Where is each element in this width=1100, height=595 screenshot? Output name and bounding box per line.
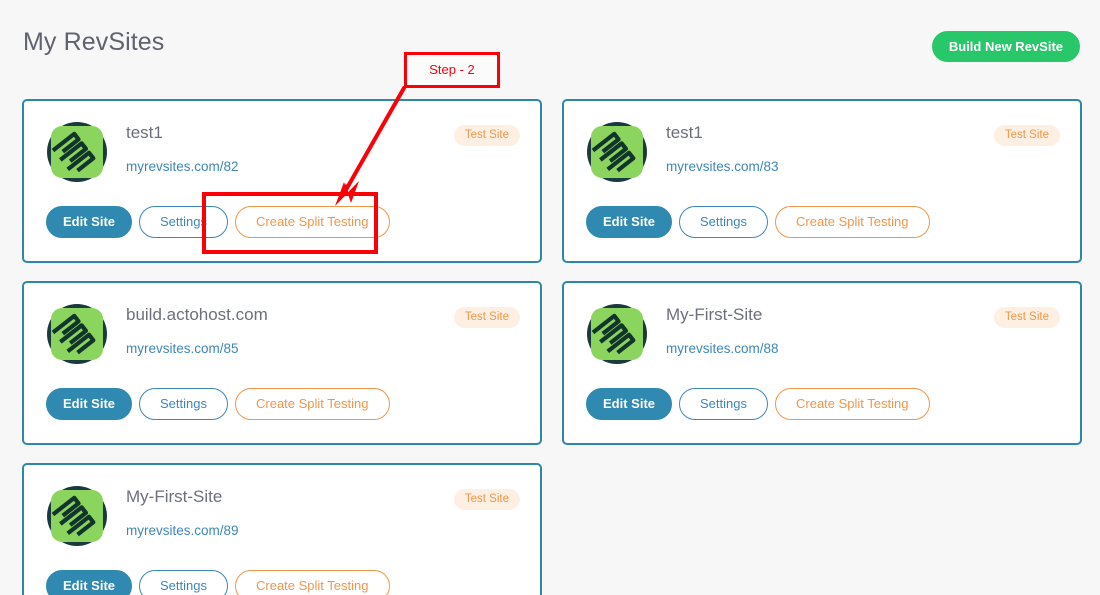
edit-site-button[interactable]: Edit Site — [46, 206, 132, 238]
card-row: build.actohost.com myrevsites.com/85 Tes… — [22, 281, 1082, 445]
site-url-link[interactable]: myrevsites.com/85 — [126, 341, 239, 356]
edit-site-button[interactable]: Edit Site — [586, 206, 672, 238]
settings-button[interactable]: Settings — [139, 388, 228, 420]
revsite-logo-icon — [46, 303, 108, 365]
card-actions: Edit Site Settings Create Split Testing — [586, 388, 1060, 420]
card-actions: Edit Site Settings Create Split Testing — [46, 570, 520, 595]
create-split-testing-button[interactable]: Create Split Testing — [235, 570, 390, 595]
card-header: test1 myrevsites.com/83 Test Site — [586, 119, 1060, 195]
my-revsites-page: My RevSites Build New RevSite — [0, 0, 1100, 595]
card-meta: test1 myrevsites.com/82 — [126, 119, 239, 176]
settings-button[interactable]: Settings — [679, 388, 768, 420]
site-name: My-First-Site — [126, 487, 239, 507]
build-new-revsite-button[interactable]: Build New RevSite — [932, 31, 1080, 62]
card-actions: Edit Site Settings Create Split Testing — [46, 206, 520, 238]
create-split-testing-button[interactable]: Create Split Testing — [235, 388, 390, 420]
revsite-logo-icon — [586, 303, 648, 365]
revsite-logo-icon — [46, 485, 108, 547]
page-header: My RevSites Build New RevSite — [0, 0, 1100, 96]
edit-site-button[interactable]: Edit Site — [586, 388, 672, 420]
site-url-link[interactable]: myrevsites.com/83 — [666, 159, 779, 174]
card-meta: test1 myrevsites.com/83 — [666, 119, 779, 176]
settings-button[interactable]: Settings — [139, 570, 228, 595]
card-meta: build.actohost.com myrevsites.com/85 — [126, 301, 268, 358]
site-name: My-First-Site — [666, 305, 779, 325]
revsite-logo-icon — [46, 121, 108, 183]
revsite-card[interactable]: build.actohost.com myrevsites.com/85 Tes… — [22, 281, 542, 445]
status-badge: Test Site — [994, 125, 1060, 146]
create-split-testing-button[interactable]: Create Split Testing — [775, 206, 930, 238]
edit-site-button[interactable]: Edit Site — [46, 388, 132, 420]
edit-site-button[interactable]: Edit Site — [46, 570, 132, 595]
site-name: test1 — [126, 123, 239, 143]
page-title: My RevSites — [23, 28, 164, 57]
card-row: test1 myrevsites.com/82 Test Site Edit S… — [22, 99, 1082, 263]
status-badge: Test Site — [454, 489, 520, 510]
site-name: build.actohost.com — [126, 305, 268, 325]
revsite-card[interactable]: My-First-Site myrevsites.com/88 Test Sit… — [562, 281, 1082, 445]
status-badge: Test Site — [454, 125, 520, 146]
card-header: My-First-Site myrevsites.com/89 Test Sit… — [46, 483, 520, 559]
card-actions: Edit Site Settings Create Split Testing — [46, 388, 520, 420]
card-header: build.actohost.com myrevsites.com/85 Tes… — [46, 301, 520, 377]
create-split-testing-button[interactable]: Create Split Testing — [775, 388, 930, 420]
site-name: test1 — [666, 123, 779, 143]
site-url-link[interactable]: myrevsites.com/89 — [126, 523, 239, 538]
revsites-card-grid: test1 myrevsites.com/82 Test Site Edit S… — [22, 99, 1082, 595]
status-badge: Test Site — [994, 307, 1060, 328]
card-header: My-First-Site myrevsites.com/88 Test Sit… — [586, 301, 1060, 377]
card-meta: My-First-Site myrevsites.com/88 — [666, 301, 779, 358]
settings-button[interactable]: Settings — [139, 206, 228, 238]
site-url-link[interactable]: myrevsites.com/82 — [126, 159, 239, 174]
settings-button[interactable]: Settings — [679, 206, 768, 238]
revsite-logo-icon — [586, 121, 648, 183]
status-badge: Test Site — [454, 307, 520, 328]
revsite-card[interactable]: test1 myrevsites.com/83 Test Site Edit S… — [562, 99, 1082, 263]
revsite-card[interactable]: test1 myrevsites.com/82 Test Site Edit S… — [22, 99, 542, 263]
revsite-card[interactable]: My-First-Site myrevsites.com/89 Test Sit… — [22, 463, 542, 595]
card-header: test1 myrevsites.com/82 Test Site — [46, 119, 520, 195]
site-url-link[interactable]: myrevsites.com/88 — [666, 341, 779, 356]
card-actions: Edit Site Settings Create Split Testing — [586, 206, 1060, 238]
create-split-testing-button[interactable]: Create Split Testing — [235, 206, 390, 238]
card-row: My-First-Site myrevsites.com/89 Test Sit… — [22, 463, 1082, 595]
card-meta: My-First-Site myrevsites.com/89 — [126, 483, 239, 540]
